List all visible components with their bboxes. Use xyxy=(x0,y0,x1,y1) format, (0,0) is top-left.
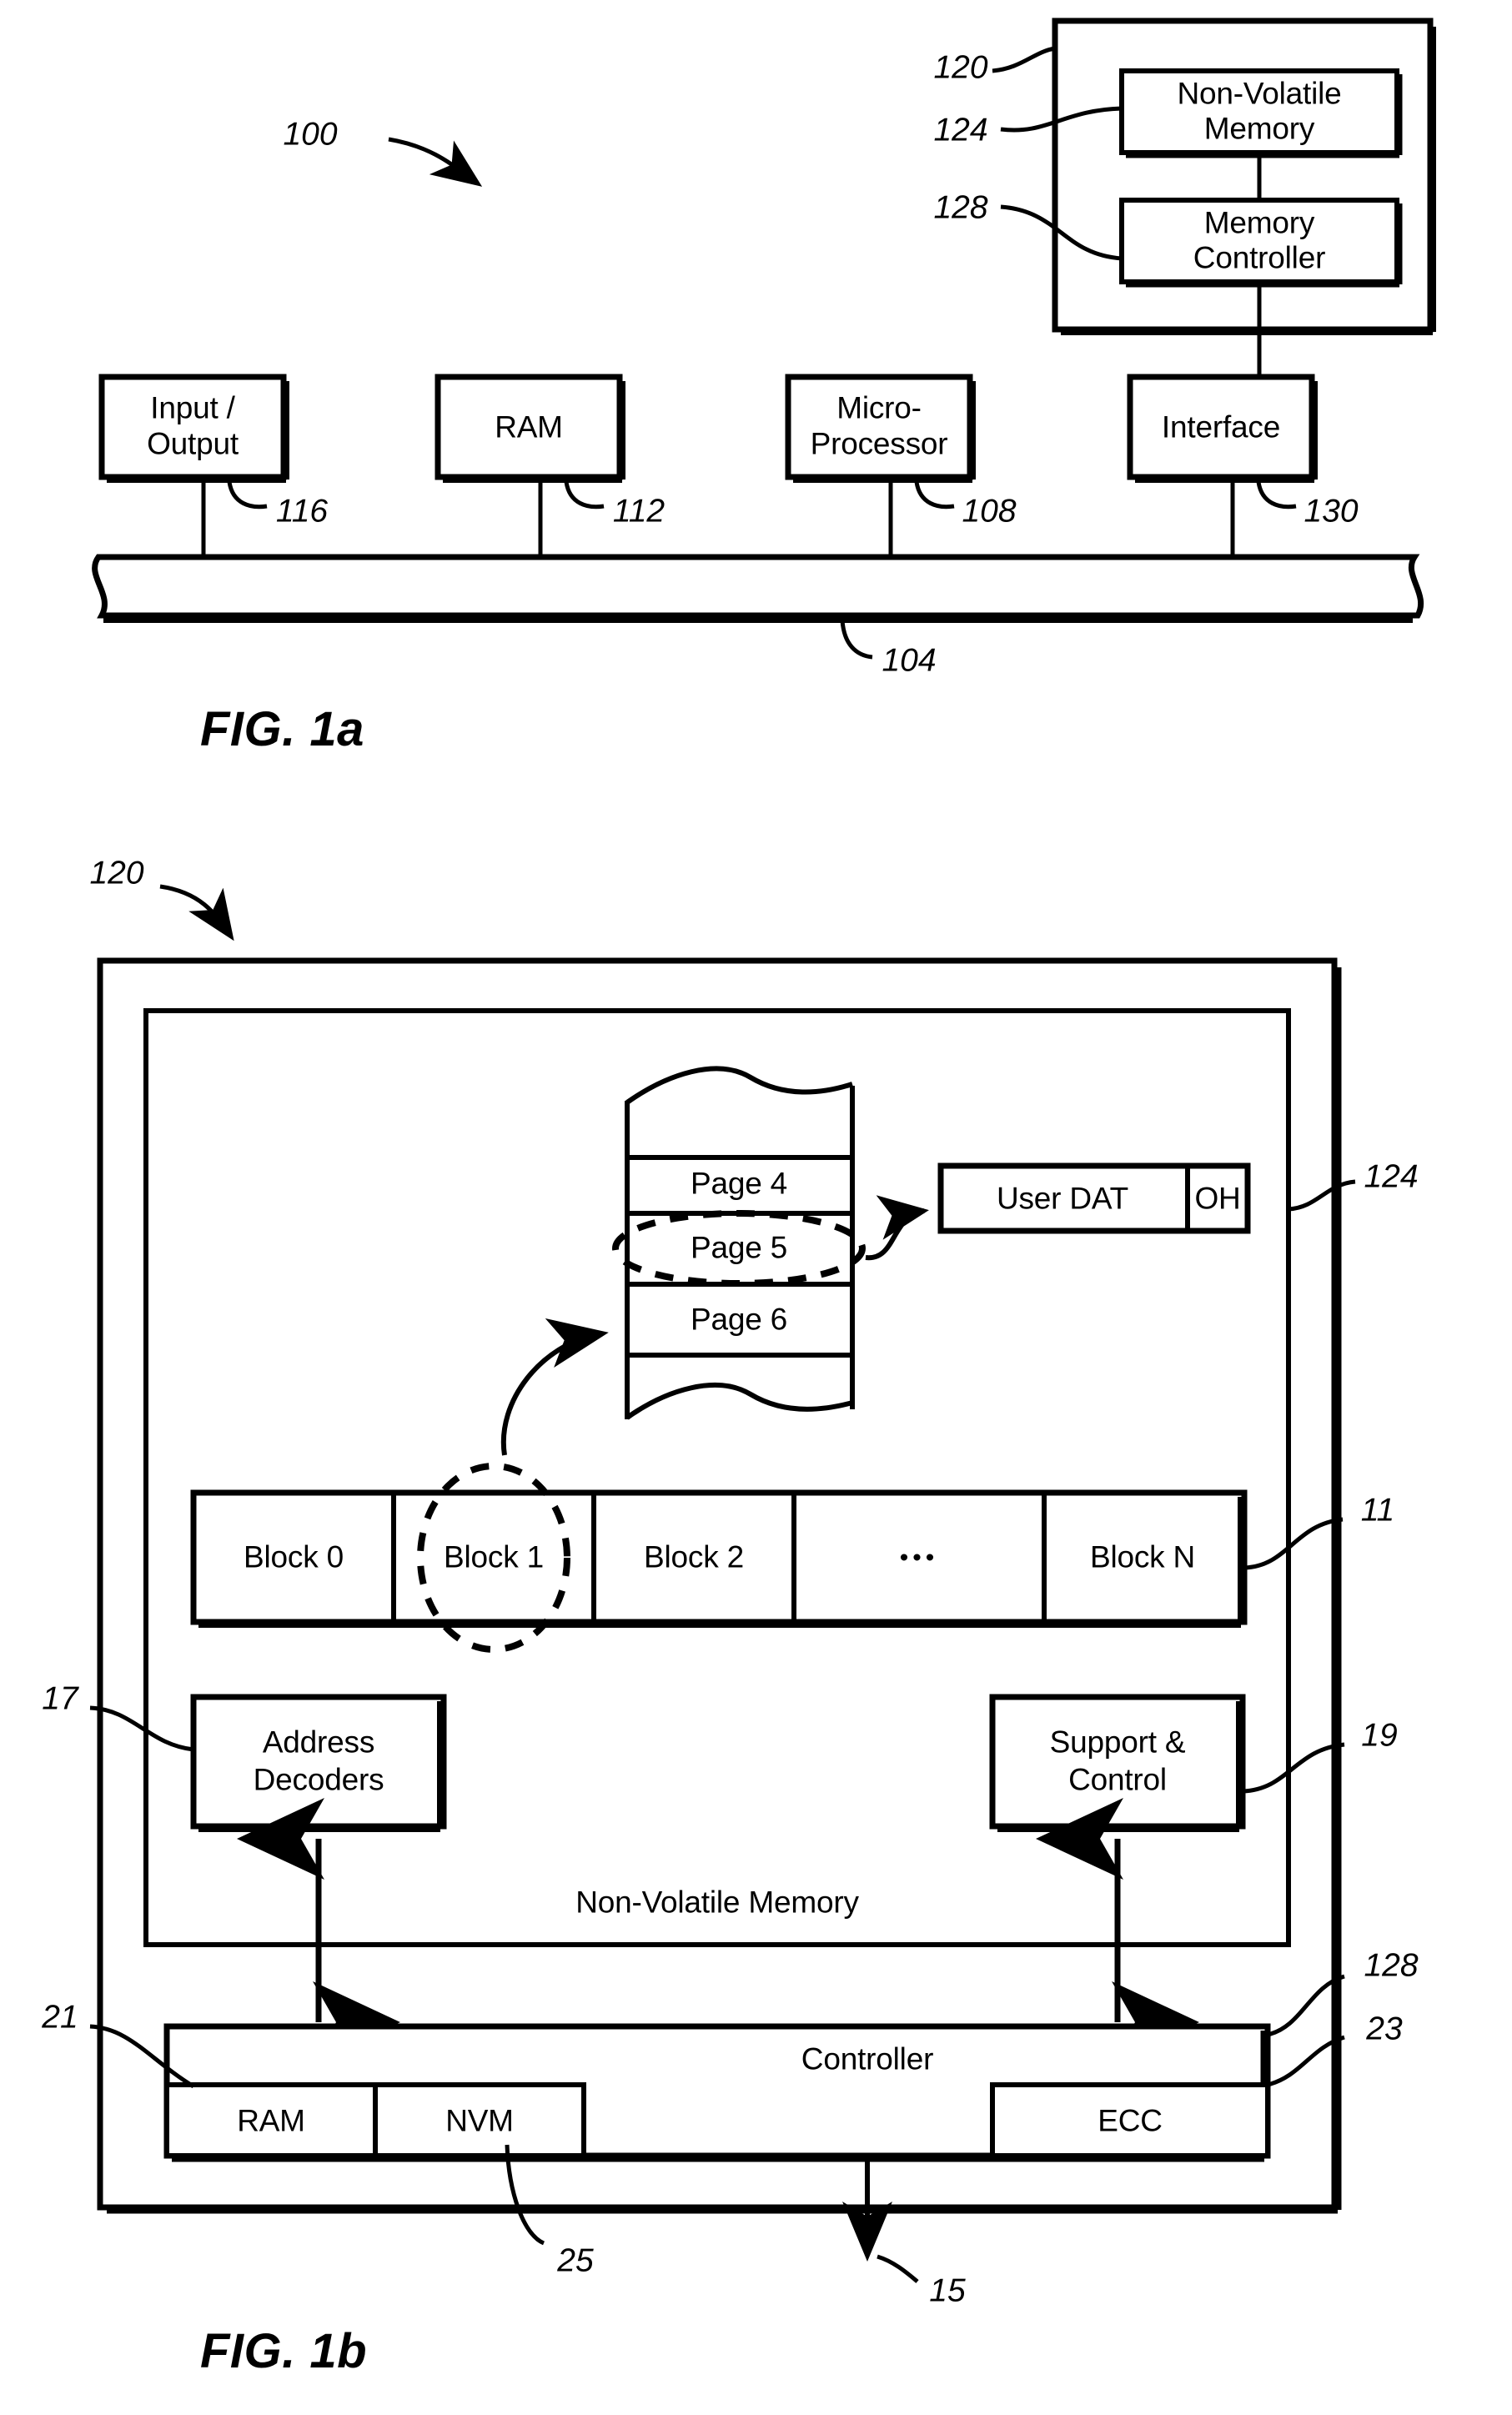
ref-120-fig1a: 120 xyxy=(933,49,988,86)
microprocessor-label-line1: Micro- xyxy=(836,390,922,425)
support-control-label-line1: Support & xyxy=(1049,1725,1186,1760)
ref-124-fig1b: 124 xyxy=(1364,1158,1419,1195)
ref-17: 17 xyxy=(42,1680,78,1717)
ram-label: RAM xyxy=(495,409,563,444)
support-control-label-line2: Control xyxy=(1068,1762,1167,1797)
ref-128-fig1b: 128 xyxy=(1364,1947,1419,1984)
figure-linework xyxy=(89,18,1436,2283)
address-decoders-label-line1: Address xyxy=(262,1725,375,1760)
memory-controller-label-line2: Controller xyxy=(1193,240,1326,275)
figure-title-1b: FIG. 1b xyxy=(200,2324,368,2378)
ref-15: 15 xyxy=(929,2272,966,2309)
ref-130: 130 xyxy=(1304,493,1359,530)
block-1-label: Block 1 xyxy=(444,1539,544,1574)
ref-23: 23 xyxy=(1366,2011,1403,2047)
figure-title-1a: FIG. 1a xyxy=(200,702,364,756)
overhead-label: OH xyxy=(1194,1181,1241,1216)
ref-112: 112 xyxy=(612,493,666,530)
nvm-box-label-line1: Non-Volatile xyxy=(1177,76,1342,111)
ref-128-fig1a: 128 xyxy=(933,189,988,226)
ref-116: 116 xyxy=(275,493,329,530)
patent-figure-sheet: 100 120 124 128 Non-Volatile Memory Memo… xyxy=(0,0,1512,2415)
ref-100: 100 xyxy=(283,116,338,153)
ref-25: 25 xyxy=(557,2242,594,2279)
input-output-label-line2: Output xyxy=(147,426,239,461)
block-0-label: Block 0 xyxy=(244,1539,344,1574)
interface-label: Interface xyxy=(1161,409,1281,444)
microprocessor-label-line2: Processor xyxy=(810,426,948,461)
page-4-label: Page 4 xyxy=(690,1166,788,1201)
ref-21: 21 xyxy=(42,1999,78,2036)
block-ellipsis-label: ••• xyxy=(899,1544,939,1572)
ref-124-fig1a: 124 xyxy=(933,112,988,148)
address-decoders-label-line2: Decoders xyxy=(253,1762,384,1797)
input-output-label-line1: Input / xyxy=(150,390,235,425)
ref-11: 11 xyxy=(1360,1492,1395,1529)
controller-ram-label: RAM xyxy=(237,2103,305,2138)
nvm-region-label: Non-Volatile Memory xyxy=(575,1885,859,1920)
ref-120-fig1b: 120 xyxy=(89,855,144,891)
block-2-label: Block 2 xyxy=(644,1539,744,1574)
controller-ecc-label: ECC xyxy=(1098,2103,1163,2138)
ref-104: 104 xyxy=(882,642,937,679)
page-6-label: Page 6 xyxy=(690,1302,788,1337)
user-data-label: User DAT xyxy=(996,1181,1129,1216)
ref-108: 108 xyxy=(962,493,1017,530)
controller-nvm-label: NVM xyxy=(445,2103,514,2138)
memory-controller-label-line1: Memory xyxy=(1203,205,1315,240)
nvm-box-label-line2: Memory xyxy=(1203,111,1315,146)
block-n-label: Block N xyxy=(1089,1539,1196,1574)
controller-label: Controller xyxy=(801,2041,934,2076)
page-5-label: Page 5 xyxy=(690,1230,788,1265)
ref-19: 19 xyxy=(1361,1717,1398,1754)
